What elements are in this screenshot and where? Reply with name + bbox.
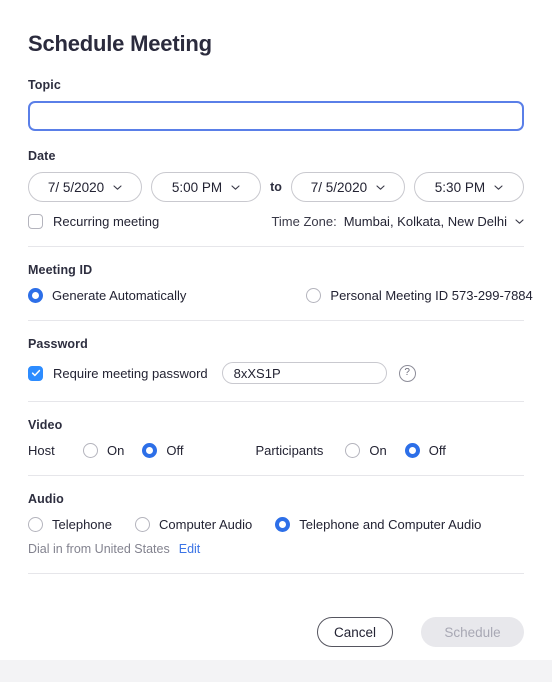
end-date-select[interactable]: 7/ 5/2020 xyxy=(291,172,405,202)
start-date-value: 7/ 5/2020 xyxy=(48,180,104,195)
page-title: Schedule Meeting xyxy=(28,0,524,57)
require-password-label: Require meeting password xyxy=(53,366,208,381)
chevron-down-icon[interactable] xyxy=(515,217,524,226)
timezone-value[interactable]: Mumbai, Kolkata, New Delhi xyxy=(344,214,507,229)
radio-button[interactable] xyxy=(405,443,420,458)
recurring-meeting-label: Recurring meeting xyxy=(53,214,159,229)
radio-host-video-on[interactable]: On xyxy=(83,443,124,458)
date-label: Date xyxy=(28,149,524,163)
schedule-meeting-dialog: Schedule Meeting Topic Date 7/ 5/2020 5:… xyxy=(0,0,552,682)
radio-personal-meeting-id[interactable]: Personal Meeting ID 573-299-7884 xyxy=(306,288,532,303)
radio-label: Telephone xyxy=(52,517,112,532)
radio-button[interactable] xyxy=(275,517,290,532)
radio-generate-automatically[interactable]: Generate Automatically xyxy=(28,288,186,303)
audio-options: Telephone Computer Audio Telephone and C… xyxy=(28,517,524,532)
recurring-row: Recurring meeting Time Zone: Mumbai, Kol… xyxy=(28,214,524,229)
divider xyxy=(28,401,524,402)
password-input[interactable] xyxy=(222,362,387,384)
radio-label: Personal Meeting ID 573-299-7884 xyxy=(330,288,532,303)
recurring-meeting-checkbox[interactable] xyxy=(28,214,43,229)
video-section: Video Host On Off Participants On xyxy=(28,418,524,458)
chevron-down-icon xyxy=(494,183,503,192)
radio-button[interactable] xyxy=(345,443,360,458)
schedule-button[interactable]: Schedule xyxy=(421,617,524,647)
date-row: 7/ 5/2020 5:00 PM to 7/ 5/2020 xyxy=(28,172,524,202)
divider xyxy=(28,475,524,476)
password-label: Password xyxy=(28,337,524,351)
password-row: Require meeting password ? xyxy=(28,362,524,384)
end-time-select[interactable]: 5:30 PM xyxy=(414,172,524,202)
topic-label: Topic xyxy=(28,78,524,92)
radio-host-video-off[interactable]: Off xyxy=(142,443,183,458)
video-label: Video xyxy=(28,418,524,432)
dial-in-row: Dial in from United States Edit xyxy=(28,542,524,556)
footer-strip xyxy=(0,660,552,682)
end-date-value: 7/ 5/2020 xyxy=(311,180,367,195)
topic-input[interactable] xyxy=(28,101,524,131)
radio-label: Telephone and Computer Audio xyxy=(299,517,481,532)
radio-button[interactable] xyxy=(306,288,321,303)
date-section: Date 7/ 5/2020 5:00 PM to 7/ 5 xyxy=(28,149,524,229)
radio-button[interactable] xyxy=(83,443,98,458)
radio-button[interactable] xyxy=(142,443,157,458)
radio-participants-video-off[interactable]: Off xyxy=(405,443,446,458)
divider xyxy=(28,320,524,321)
end-time-value: 5:30 PM xyxy=(435,180,485,195)
dial-in-text: Dial in from United States xyxy=(28,542,170,556)
radio-label: Computer Audio xyxy=(159,517,252,532)
audio-label: Audio xyxy=(28,492,524,506)
start-date-select[interactable]: 7/ 5/2020 xyxy=(28,172,142,202)
start-time-select[interactable]: 5:00 PM xyxy=(151,172,261,202)
radio-label: On xyxy=(107,443,124,458)
radio-button[interactable] xyxy=(28,288,43,303)
timezone-label: Time Zone: xyxy=(271,214,336,229)
audio-section: Audio Telephone Computer Audio Telephone… xyxy=(28,492,524,556)
meeting-id-section: Meeting ID Generate Automatically Person… xyxy=(28,263,524,303)
chevron-down-icon xyxy=(376,183,385,192)
dialog-body: Schedule Meeting Topic Date 7/ 5/2020 5:… xyxy=(0,0,552,660)
radio-participants-video-on[interactable]: On xyxy=(345,443,386,458)
radio-label: Off xyxy=(166,443,183,458)
divider xyxy=(28,246,524,247)
meeting-id-options: Generate Automatically Personal Meeting … xyxy=(28,288,524,303)
radio-audio-computer[interactable]: Computer Audio xyxy=(135,517,252,532)
radio-label: On xyxy=(369,443,386,458)
chevron-down-icon xyxy=(113,183,122,192)
radio-audio-both[interactable]: Telephone and Computer Audio xyxy=(275,517,481,532)
help-icon[interactable]: ? xyxy=(399,365,416,382)
radio-label: Off xyxy=(429,443,446,458)
date-to-label: to xyxy=(270,180,282,194)
radio-button[interactable] xyxy=(28,517,43,532)
radio-label: Generate Automatically xyxy=(52,288,186,303)
dialog-actions: Cancel Schedule xyxy=(317,617,524,647)
radio-audio-telephone[interactable]: Telephone xyxy=(28,517,112,532)
divider xyxy=(28,573,524,574)
video-participants-label: Participants xyxy=(255,443,323,458)
timezone-group: Time Zone: Mumbai, Kolkata, New Delhi xyxy=(271,214,524,229)
topic-section: Topic xyxy=(28,78,524,131)
chevron-down-icon xyxy=(231,183,240,192)
cancel-button[interactable]: Cancel xyxy=(317,617,393,647)
password-section: Password Require meeting password ? xyxy=(28,337,524,384)
require-password-checkbox[interactable] xyxy=(28,366,43,381)
video-host-label: Host xyxy=(28,443,64,458)
meeting-id-label: Meeting ID xyxy=(28,263,524,277)
start-time-value: 5:00 PM xyxy=(172,180,222,195)
edit-dial-in-link[interactable]: Edit xyxy=(179,542,201,556)
radio-button[interactable] xyxy=(135,517,150,532)
video-options: Host On Off Participants On Off xyxy=(28,443,524,458)
